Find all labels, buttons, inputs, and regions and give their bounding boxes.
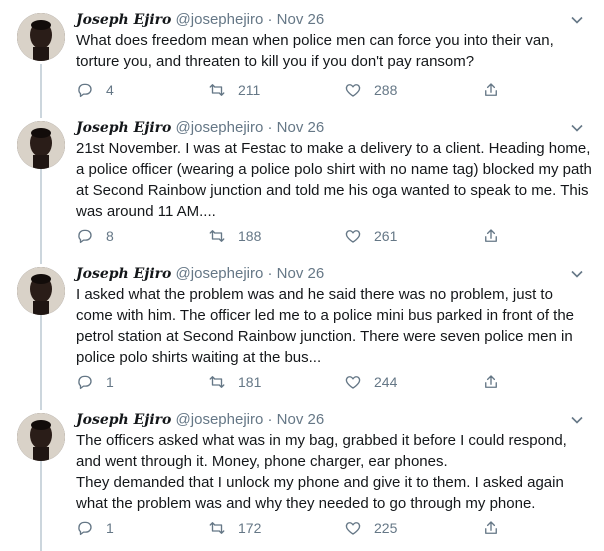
author-handle[interactable]: @josephejiro: [176, 265, 264, 282]
retweet-button[interactable]: 188: [208, 225, 261, 247]
tweet-text: I asked what the problem was and he said…: [76, 286, 579, 366]
tweet-date[interactable]: Nov 26: [277, 119, 325, 136]
reply-button[interactable]: 1: [76, 371, 114, 393]
tweet-date[interactable]: Nov 26: [277, 265, 325, 282]
share-button[interactable]: [482, 517, 500, 539]
like-count: 244: [374, 374, 398, 390]
like-icon: [345, 376, 361, 389]
reply-count: 4: [106, 82, 114, 98]
tweet-actions: 1 181 244: [76, 371, 516, 393]
reply-icon: [78, 83, 92, 98]
separator-dot: ·: [267, 11, 273, 28]
author-name[interactable]: Joseph Ejiro: [76, 266, 171, 282]
like-icon: [345, 84, 361, 97]
tweet-text: 21st November. I was at Festac to make a…: [76, 140, 597, 220]
author-handle[interactable]: @josephejiro: [176, 119, 264, 136]
share-icon: [485, 229, 497, 242]
share-button[interactable]: [482, 225, 500, 247]
reply-button[interactable]: 8: [76, 225, 114, 247]
reply-count: 1: [106, 520, 114, 536]
chevron-down-icon[interactable]: [569, 120, 585, 136]
like-icon: [345, 230, 361, 243]
share-icon: [485, 521, 497, 534]
tweet-text: What does freedom mean when police men c…: [76, 32, 558, 70]
retweet-button[interactable]: 181: [208, 371, 261, 393]
retweet-count: 211: [238, 82, 261, 98]
like-button[interactable]: 225: [344, 517, 397, 539]
like-button[interactable]: 244: [344, 371, 397, 393]
reply-button[interactable]: 1: [76, 517, 114, 539]
share-button[interactable]: [482, 371, 500, 393]
retweet-count: 181: [238, 374, 262, 390]
reply-icon: [78, 521, 92, 536]
share-button[interactable]: [482, 79, 500, 101]
avatar[interactable]: [17, 121, 65, 169]
tweet-actions: 4 211 288: [76, 79, 516, 101]
tweet-actions: 8 188 261: [76, 225, 516, 247]
separator-dot: ·: [267, 411, 273, 428]
chevron-down-icon[interactable]: [569, 412, 585, 428]
retweet-button[interactable]: 211: [208, 79, 260, 101]
retweet-count: 172: [238, 520, 262, 536]
chevron-down-icon[interactable]: [569, 12, 585, 28]
reply-icon: [78, 375, 92, 390]
like-count: 225: [374, 520, 398, 536]
reply-button[interactable]: 4: [76, 79, 114, 101]
like-count: 288: [374, 82, 398, 98]
like-button[interactable]: 288: [344, 79, 397, 101]
reply-icon: [78, 229, 92, 244]
separator-dot: ·: [267, 119, 273, 136]
retweet-count: 188: [238, 228, 262, 244]
tweet-actions: 1 172 225: [76, 517, 516, 539]
author-handle[interactable]: @josephejiro: [176, 411, 264, 428]
retweet-icon: [209, 84, 225, 96]
author-handle[interactable]: @josephejiro: [176, 11, 264, 28]
like-count: 261: [374, 228, 398, 244]
reply-count: 1: [106, 374, 114, 390]
retweet-icon: [209, 522, 225, 534]
chevron-down-icon[interactable]: [569, 266, 585, 282]
tweet[interactable]: Joseph Ejiro @josephejiro · Nov 26 The o…: [0, 400, 604, 546]
tweet-date[interactable]: Nov 26: [277, 411, 325, 428]
tweet-date[interactable]: Nov 26: [277, 11, 325, 28]
retweet-icon: [209, 376, 225, 388]
tweet-text: The officers asked what was in my bag, g…: [76, 432, 567, 512]
share-icon: [485, 375, 497, 388]
like-icon: [345, 522, 361, 535]
like-button[interactable]: 261: [344, 225, 397, 247]
avatar[interactable]: [17, 13, 65, 61]
tweet[interactable]: Joseph Ejiro @josephejiro · Nov 26 21st …: [0, 108, 604, 254]
author-name[interactable]: Joseph Ejiro: [76, 120, 171, 136]
author-name[interactable]: Joseph Ejiro: [76, 412, 171, 428]
retweet-icon: [209, 230, 225, 242]
separator-dot: ·: [267, 265, 273, 282]
tweet[interactable]: Joseph Ejiro @josephejiro · Nov 26 I ask…: [0, 254, 604, 400]
share-icon: [485, 83, 497, 96]
reply-count: 8: [106, 228, 114, 244]
author-name[interactable]: Joseph Ejiro: [76, 12, 171, 28]
avatar[interactable]: [17, 413, 65, 461]
retweet-button[interactable]: 172: [208, 517, 261, 539]
avatar[interactable]: [17, 267, 65, 315]
